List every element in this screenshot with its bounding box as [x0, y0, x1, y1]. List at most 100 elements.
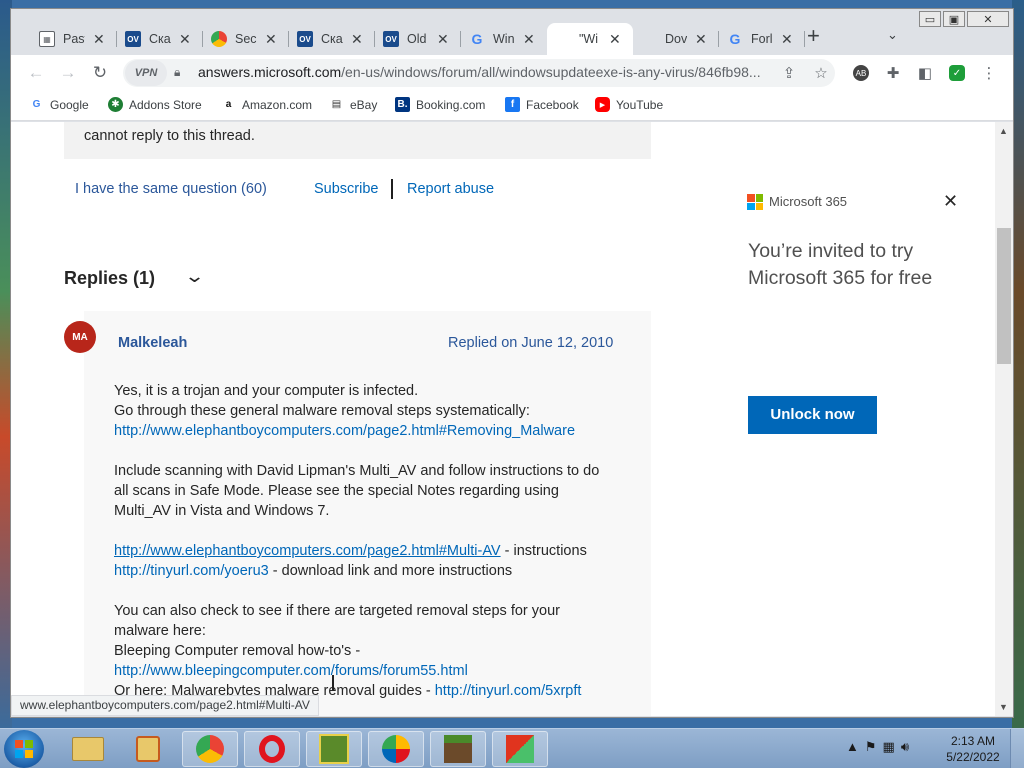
bleepingcomputer-link[interactable]: http://www.bleepingcomputer.com/forums/f… — [114, 661, 634, 681]
volume-icon[interactable]: 🔊︎ — [901, 739, 909, 755]
network-icon[interactable]: ▦ — [883, 739, 895, 755]
extensions-puzzle-icon[interactable]: ✚ — [883, 63, 903, 83]
close-tab-icon[interactable]: ✕ — [781, 31, 793, 48]
start-button[interactable] — [4, 730, 44, 768]
clock-time: 2:13 AM — [950, 734, 996, 748]
show-desktop-button[interactable] — [1010, 729, 1024, 768]
lock-icon[interactable]: 🔒︎ — [174, 65, 180, 80]
media-player-icon[interactable] — [120, 731, 176, 767]
bookmark-addons-store[interactable]: ✱ Addons Store — [108, 97, 202, 112]
reload-icon[interactable]: ↻ — [87, 61, 113, 85]
system-clock[interactable]: 2:13 AM 5/22/2022 — [944, 733, 1002, 765]
vpn-badge[interactable]: VPN — [125, 60, 167, 86]
avatar[interactable]: MA — [64, 321, 96, 353]
minecraft-icon[interactable] — [430, 731, 486, 767]
report-abuse-link[interactable]: Report abuse — [407, 181, 494, 197]
windows-logo-icon — [15, 740, 33, 758]
ad-headline: You’re invited to try Microsoft 365 for … — [748, 240, 933, 289]
maximize-button[interactable]: ▣ — [943, 11, 965, 27]
addons-icon: ✱ — [108, 97, 123, 112]
close-tab-icon[interactable]: ✕ — [93, 31, 105, 48]
vpn-icon[interactable] — [368, 731, 424, 767]
chrome-icon — [211, 31, 227, 47]
tab-7-active[interactable]: "Wi ✕ — [547, 23, 633, 55]
reply-author[interactable]: Malkeleah — [118, 335, 187, 351]
vertical-scrollbar[interactable]: ▲ ▼ — [995, 122, 1013, 716]
notice-text: cannot reply to this thread. — [84, 128, 255, 144]
malwarebytes-guides-link[interactable]: http://tinyurl.com/5xrpft — [435, 683, 582, 699]
menu-kebab-icon[interactable]: ⋮ — [979, 63, 999, 83]
toolbar: ← → ↻ VPN 🔒︎ answers.microsoft.com/en-us… — [11, 55, 1013, 91]
bookmark-youtube[interactable]: ▶ YouTube — [595, 97, 663, 112]
scrollbar-thumb[interactable] — [997, 228, 1011, 364]
tab-8[interactable]: Dov ✕ — [633, 23, 719, 55]
bookmark-booking[interactable]: B. Booking.com — [395, 97, 485, 112]
ad-brand: Microsoft 365 — [769, 194, 848, 209]
tab-6[interactable]: G Win ✕ — [461, 23, 547, 55]
office-icon[interactable] — [492, 731, 548, 767]
back-icon[interactable]: ← — [23, 61, 49, 85]
tab-4[interactable]: OV Ска ✕ — [289, 23, 375, 55]
tray-expand-icon[interactable]: ▲ — [846, 739, 859, 755]
removing-malware-link[interactable]: http://www.elephantboycomputers.com/page… — [114, 421, 634, 441]
tinyurl-download-link[interactable]: http://tinyurl.com/yoeru3 — [114, 563, 269, 579]
tab-title: Old — [407, 32, 427, 46]
scroll-down-icon[interactable]: ▼ — [999, 702, 1008, 712]
tab-5[interactable]: OV Old ✕ — [375, 23, 461, 55]
microsoft-icon — [555, 31, 571, 47]
tab-9[interactable]: G Forl ✕ — [719, 23, 805, 55]
close-tab-icon[interactable]: ✕ — [437, 31, 449, 48]
action-center-icon[interactable]: ⚑ — [865, 739, 877, 755]
body-line: Bleeping Computer removal how-to's - — [114, 643, 361, 659]
close-icon[interactable]: ✕ — [943, 191, 958, 212]
explorer-icon[interactable] — [60, 731, 116, 767]
close-tab-icon[interactable]: ✕ — [265, 31, 277, 48]
close-tab-icon[interactable]: ✕ — [695, 31, 707, 48]
tab-3[interactable]: Secu ✕ — [203, 23, 289, 55]
body-line: malware here: — [114, 623, 206, 639]
tab-title: Dov — [665, 32, 687, 46]
subscribe-link[interactable]: Subscribe — [314, 181, 378, 197]
ov-icon: OV — [297, 31, 313, 47]
chrome-icon[interactable] — [182, 731, 238, 767]
new-tab-button[interactable]: + — [807, 25, 820, 47]
close-tab-icon[interactable]: ✕ — [523, 31, 535, 48]
forward-icon[interactable]: → — [55, 61, 81, 85]
url-domain: answers.microsoft.com — [198, 64, 342, 80]
bookmark-amazon[interactable]: a Amazon.com — [221, 97, 312, 112]
minimize-button[interactable]: ▭ — [919, 11, 941, 27]
body-line: Yes, it is a trojan and your computer is… — [114, 383, 419, 399]
amazon-icon: a — [225, 99, 232, 110]
tab-title: Past — [63, 32, 85, 46]
tab-1[interactable]: ▦ Past ✕ — [31, 23, 117, 55]
taskbar: ▲ ⚑ ▦ 🔊︎ 2:13 AM 5/22/2022 — [0, 728, 1024, 768]
game-icon[interactable] — [306, 731, 362, 767]
close-window-button[interactable]: ✕ — [967, 11, 1009, 27]
share-icon[interactable]: ⇪ — [779, 63, 799, 83]
close-tab-icon[interactable]: ✕ — [179, 31, 191, 48]
adblock-extension-icon[interactable]: AB — [851, 63, 871, 83]
youtube-icon: ▶ — [595, 97, 610, 112]
side-panel-icon[interactable]: ◧ — [915, 63, 935, 83]
bookmark-facebook[interactable]: f Facebook — [505, 97, 579, 112]
close-tab-icon[interactable]: ✕ — [609, 31, 621, 48]
body-line: http://tinyurl.com/yoeru3 - download lin… — [114, 563, 513, 579]
bookmark-google[interactable]: G Google — [29, 97, 89, 112]
address-url[interactable]: answers.microsoft.com/en-us/windows/foru… — [198, 64, 761, 80]
bookmark-star-icon[interactable]: ☆ — [811, 63, 831, 83]
reply-date: Replied on June 12, 2010 — [448, 335, 614, 351]
clock-date: 5/22/2022 — [946, 750, 1000, 764]
close-tab-icon[interactable]: ✕ — [351, 31, 363, 48]
same-question-button[interactable]: I have the same question (60) — [75, 181, 267, 197]
unlock-now-button[interactable]: Unlock now — [748, 396, 877, 434]
shield-extension-icon[interactable]: ✓ — [947, 63, 967, 83]
tab-search-icon[interactable]: ⌄ — [887, 27, 898, 43]
multi-av-link[interactable]: http://www.elephantboycomputers.com/page… — [114, 543, 501, 559]
opera-icon[interactable] — [244, 731, 300, 767]
tab-title: "Wi — [579, 32, 599, 46]
locked-thread-notice: cannot reply to this thread. — [64, 122, 651, 159]
bookmark-ebay[interactable]: ▤ eBay — [329, 97, 378, 112]
scroll-up-icon[interactable]: ▲ — [999, 126, 1008, 136]
chevron-down-icon[interactable]: ⌄ — [184, 266, 205, 287]
tab-2[interactable]: OV Ска ✕ — [117, 23, 203, 55]
